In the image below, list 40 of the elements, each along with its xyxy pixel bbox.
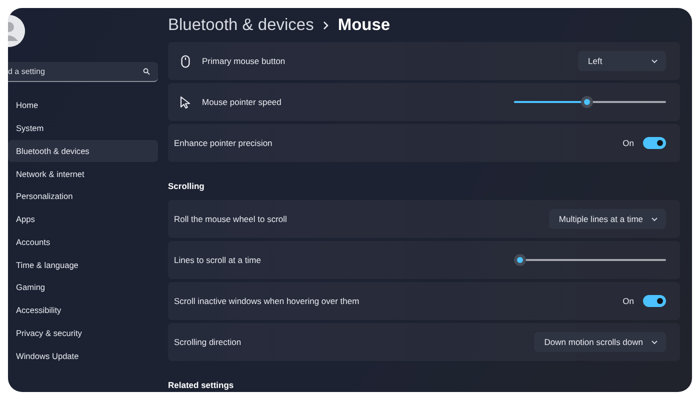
search-icon <box>143 68 150 75</box>
chevron-down-icon <box>651 58 658 64</box>
slider-thumb[interactable] <box>514 254 526 266</box>
chevron-right-icon <box>322 20 329 30</box>
chevron-down-icon <box>651 216 658 222</box>
setting-label: Primary mouse button <box>202 56 286 66</box>
nav-item[interactable]: Bluetooth & devices <box>8 140 158 162</box>
search-field[interactable]: d a setting <box>8 62 158 82</box>
slider-thumb[interactable] <box>580 96 593 108</box>
nav-item[interactable]: Privacy & security <box>8 322 158 344</box>
pointer-icon <box>180 96 190 108</box>
nav-item[interactable]: Network & internet <box>8 162 158 185</box>
nav-item[interactable]: Home <box>8 94 158 117</box>
page-title: Mouse <box>338 16 390 34</box>
dropdown[interactable]: Left <box>578 51 666 71</box>
toggle-state: On <box>622 296 634 306</box>
dropdown[interactable]: Multiple lines at a time <box>548 209 666 229</box>
nav-item[interactable]: Windows Update <box>8 344 158 367</box>
nav-item[interactable]: Personalization <box>8 185 158 208</box>
dropdown[interactable]: Down motion scrolls down <box>534 332 666 352</box>
section-heading: Related settings <box>168 380 235 392</box>
mouse-icon <box>180 54 190 68</box>
nav-item[interactable]: Accounts <box>8 230 158 254</box>
breadcrumb-parent[interactable]: Bluetooth & devices <box>168 16 314 34</box>
nav-item[interactable]: Gaming <box>8 276 158 299</box>
setting-label: Roll the mouse wheel to scroll <box>174 214 288 224</box>
toggle-switch[interactable] <box>643 137 666 149</box>
setting-label: Lines to scroll at a time <box>174 255 262 265</box>
nav-item[interactable]: Apps <box>8 208 158 230</box>
nav-item[interactable]: Time & language <box>8 253 158 276</box>
setting-label: Mouse pointer speed <box>202 97 282 107</box>
toggle-state: On <box>622 138 634 148</box>
section-heading: Scrolling <box>168 181 206 193</box>
nav-item[interactable]: Accessibility <box>8 298 158 322</box>
setting-label: Scroll inactive windows when hovering over them <box>174 296 360 306</box>
setting-label: Scrolling direction <box>174 337 242 347</box>
toggle-switch[interactable] <box>643 295 666 307</box>
nav-item[interactable]: System <box>8 116 158 140</box>
setting-label: Enhance pointer precision <box>174 138 274 148</box>
chevron-down-icon <box>651 340 658 344</box>
